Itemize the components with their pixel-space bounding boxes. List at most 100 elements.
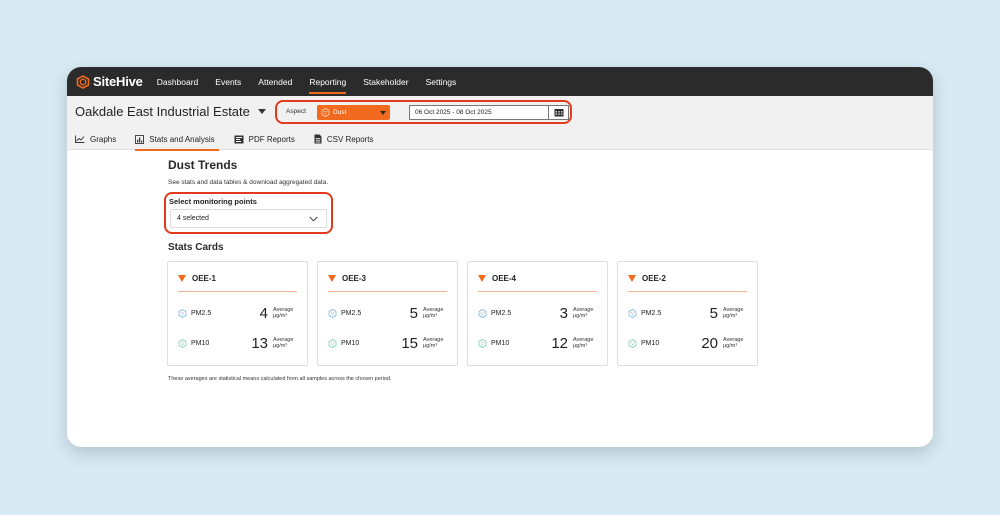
nav-attended[interactable]: Attended — [258, 73, 292, 91]
pm25-icon — [178, 308, 187, 318]
nav-reporting[interactable]: Reporting — [309, 73, 346, 94]
unit-measure: μg/m³ — [723, 313, 738, 319]
calendar-icon — [554, 109, 563, 117]
stats-card: OEE-2 PM2.5 5 Average μg/m³ PM10 20 Avera… — [617, 261, 758, 366]
metric-value: 12 — [551, 334, 568, 352]
aspect-select[interactable]: Dust — [317, 105, 390, 120]
metric-value: 5 — [709, 304, 718, 322]
caret-down-icon — [380, 110, 386, 115]
metric-row: PM2.5 3 Average μg/m³ — [478, 303, 599, 323]
report-tabs: Graphs Stats and Analysis PDF Reports CS… — [75, 130, 393, 151]
calendar-button[interactable] — [548, 106, 568, 119]
metric-unit: Average μg/m³ — [723, 337, 749, 350]
card-title: OEE-1 — [192, 274, 217, 283]
metric-label: PM2.5 — [491, 309, 512, 317]
unit-measure: μg/m³ — [573, 343, 588, 349]
card-title: OEE-3 — [342, 274, 367, 283]
metric-value: 15 — [401, 334, 418, 352]
tab-graphs-label: Graphs — [90, 134, 117, 144]
metric-row: PM10 13 Average μg/m³ — [178, 333, 299, 353]
stats-cards-title: Stats Cards — [168, 242, 224, 253]
top-navigation: SiteHive Dashboard Events Attended Repor… — [67, 67, 933, 96]
unit-measure: μg/m³ — [723, 343, 738, 349]
page-description: See stats and data tables & download agg… — [168, 179, 329, 186]
tab-stats-and-analysis[interactable]: Stats and Analysis — [135, 130, 220, 151]
unit-average: Average — [573, 306, 594, 313]
tab-graphs[interactable]: Graphs — [75, 130, 116, 148]
aspect-date-controls: Aspect Dust 06 Oct 2025 - 08 Oct 2025 — [275, 100, 572, 124]
metric-unit: Average μg/m³ — [723, 307, 749, 320]
divider — [478, 291, 597, 292]
metric-value: 5 — [409, 304, 418, 322]
chevron-down-icon — [257, 109, 266, 114]
unit-measure: μg/m³ — [423, 343, 438, 349]
pm10-icon — [328, 338, 337, 348]
stats-card: OEE-4 PM2.5 3 Average μg/m³ PM10 12 Avera… — [467, 261, 608, 366]
unit-average: Average — [573, 336, 594, 343]
unit-average: Average — [273, 336, 294, 343]
tab-csv-label: CSV Reports — [326, 134, 374, 144]
tab-pdf-label: PDF Reports — [248, 134, 295, 144]
card-title: OEE-4 — [492, 274, 517, 283]
metric-row: PM2.5 4 Average μg/m³ — [178, 303, 299, 323]
metric-row: PM10 15 Average μg/m³ — [328, 333, 449, 353]
monitoring-points-select[interactable]: 4 selected — [170, 209, 327, 228]
unit-average: Average — [423, 306, 444, 313]
pm25-icon — [628, 308, 637, 318]
tab-pdf-reports[interactable]: PDF Reports — [234, 130, 295, 148]
metric-unit: Average μg/m³ — [423, 307, 449, 320]
metric-row: PM10 20 Average μg/m³ — [628, 333, 749, 353]
metric-unit: Average μg/m³ — [273, 307, 299, 320]
date-range-value: 06 Oct 2025 - 08 Oct 2025 — [415, 109, 492, 116]
site-selector[interactable]: Oakdale East Industrial Estate — [75, 104, 266, 119]
stats-cards: OEE-1 PM2.5 4 Average μg/m³ PM10 13 Avera… — [167, 261, 767, 366]
card-title: OEE-2 — [642, 274, 667, 283]
page-title: Dust Trends — [168, 158, 238, 172]
unit-measure: μg/m³ — [423, 313, 438, 319]
bar-chart-icon — [135, 134, 145, 144]
metric-value: 3 — [559, 304, 568, 322]
unit-average: Average — [723, 336, 744, 343]
metric-value: 4 — [259, 304, 268, 322]
unit-measure: μg/m³ — [273, 343, 288, 349]
divider — [328, 291, 447, 292]
triangle-down-icon — [328, 275, 336, 282]
averages-footnote: These averages are statistical means cal… — [168, 376, 392, 382]
brand-name: SiteHive — [93, 74, 143, 89]
metric-label: PM2.5 — [341, 309, 362, 317]
sitehive-logo[interactable]: SiteHive — [76, 74, 143, 89]
pm10-icon — [178, 338, 187, 348]
line-chart-icon — [75, 135, 85, 143]
csv-icon — [314, 134, 322, 144]
aspect-value: Dust — [333, 109, 347, 116]
metric-label: PM10 — [491, 339, 510, 347]
date-range-field[interactable]: 06 Oct 2025 - 08 Oct 2025 — [409, 105, 569, 120]
site-name: Oakdale East Industrial Estate — [75, 104, 250, 119]
monitoring-points-value: 4 selected — [177, 215, 209, 222]
metric-unit: Average μg/m³ — [273, 337, 299, 350]
stats-card: OEE-1 PM2.5 4 Average μg/m³ PM10 13 Avera… — [167, 261, 308, 366]
aspect-label: Aspect — [286, 108, 306, 115]
monitoring-points-label: Select monitoring points — [169, 197, 257, 206]
metric-row: PM2.5 5 Average μg/m³ — [328, 303, 449, 323]
nav-stakeholder[interactable]: Stakeholder — [363, 73, 408, 91]
triangle-down-icon — [478, 275, 486, 282]
monitoring-points-section: Select monitoring points 4 selected — [164, 192, 333, 234]
nav-dashboard[interactable]: Dashboard — [157, 73, 199, 91]
unit-measure: μg/m³ — [573, 313, 588, 319]
stats-card: OEE-3 PM2.5 5 Average μg/m³ PM10 15 Avera… — [317, 261, 458, 366]
metric-value: 13 — [251, 334, 268, 352]
metric-row: PM10 12 Average μg/m³ — [478, 333, 599, 353]
dust-icon — [321, 108, 330, 117]
metric-label: PM10 — [191, 339, 210, 347]
tab-csv-reports[interactable]: CSV Reports — [314, 130, 374, 148]
nav-events[interactable]: Events — [215, 73, 241, 91]
pm25-icon — [328, 308, 337, 318]
metric-unit: Average μg/m³ — [573, 307, 599, 320]
nav-settings[interactable]: Settings — [426, 73, 457, 91]
divider — [178, 291, 297, 292]
pm25-icon — [478, 308, 487, 318]
app-window: SiteHive Dashboard Events Attended Repor… — [67, 67, 933, 447]
triangle-down-icon — [628, 275, 636, 282]
metric-row: PM2.5 5 Average μg/m³ — [628, 303, 749, 323]
